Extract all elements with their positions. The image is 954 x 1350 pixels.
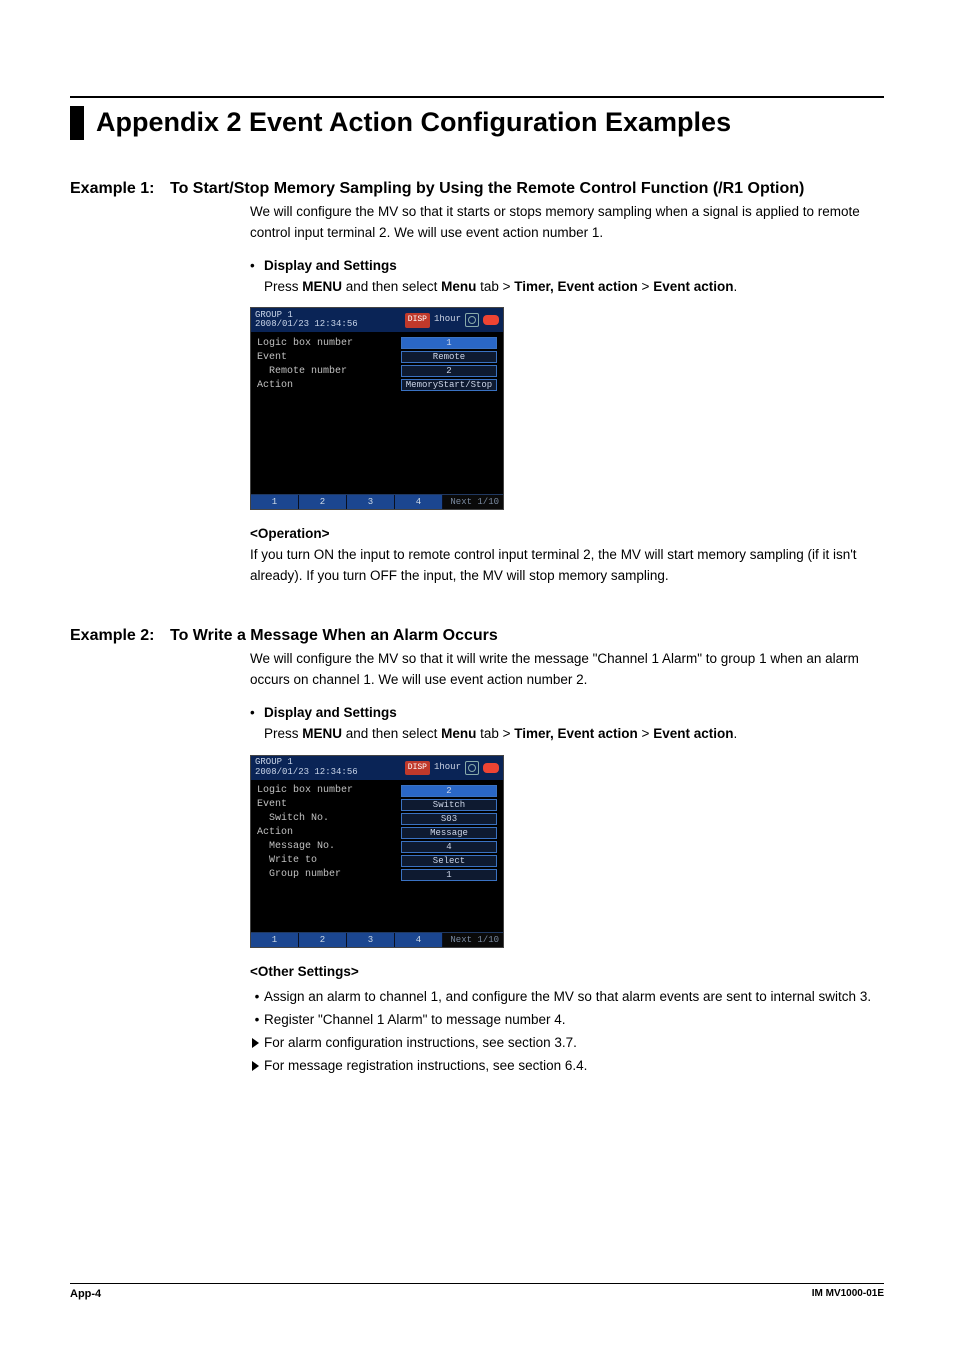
ex2-next-indicator: Next 1/10: [443, 933, 503, 947]
ex2-scr-time: 1hour: [434, 761, 461, 775]
ex2-message-no-value: 4: [401, 841, 497, 853]
ex1-event-value: Remote: [401, 351, 497, 363]
ex1-scr-time: 1hour: [434, 313, 461, 327]
ex2-write-to-value: Select: [401, 855, 497, 867]
ex1-display-settings-heading: Display and Settings: [264, 256, 397, 277]
ex2-other-item-2: Register "Channel 1 Alarm" to message nu…: [264, 1010, 565, 1031]
ex2-display-settings-heading: Display and Settings: [264, 703, 397, 724]
ex1-press-line: Press MENU and then select Menu tab > Ti…: [264, 277, 884, 298]
ex2-other-item-1: Assign an alarm to channel 1, and config…: [264, 987, 871, 1008]
bullet-icon: •: [250, 1010, 264, 1031]
ex1-action-value: MemoryStart/Stop: [401, 379, 497, 391]
ex2-device-screenshot: GROUP 1 2008/01/23 12:34:56 DISP 1hour L…: [250, 755, 504, 948]
page-title: Appendix 2 Event Action Configuration Ex…: [96, 106, 731, 140]
example2-intro: We will configure the MV so that it will…: [250, 649, 884, 691]
heading-rule: [70, 96, 884, 98]
ex1-next-indicator: Next 1/10: [443, 495, 503, 509]
disp-badge-icon: DISP: [405, 313, 430, 327]
ex2-switch-no-value: S03: [401, 813, 497, 825]
example1-intro: We will configure the MV so that it star…: [250, 202, 884, 244]
bullet-icon: •: [250, 703, 264, 724]
ex2-logic-value: 2: [401, 785, 497, 797]
ex2-other-item-3: For alarm configuration instructions, se…: [264, 1033, 577, 1054]
title-bar-icon: [70, 106, 84, 140]
example1-title: To Start/Stop Memory Sampling by Using t…: [170, 180, 884, 198]
ex2-tab-2: 2: [299, 933, 347, 947]
disp-badge-icon: DISP: [405, 761, 430, 775]
ex1-action-label: Action: [257, 378, 401, 394]
ex1-device-screenshot: GROUP 1 2008/01/23 12:34:56 DISP 1hour L…: [250, 307, 504, 510]
ex2-group-number-value: 1: [401, 869, 497, 881]
bullet-icon: •: [250, 256, 264, 277]
ex2-tab-3: 3: [347, 933, 395, 947]
ex2-other-item-4: For message registration instructions, s…: [264, 1056, 587, 1077]
ex1-operation-text: If you turn ON the input to remote contr…: [250, 545, 884, 587]
ex2-press-line: Press MENU and then select Menu tab > Ti…: [264, 724, 884, 745]
ex1-tab-1: 1: [251, 495, 299, 509]
record-icon: [483, 315, 499, 325]
ex1-scr-timestamp: 2008/01/23 12:34:56: [255, 320, 358, 329]
disc-icon: [465, 761, 479, 775]
ex2-event-value: Switch: [401, 799, 497, 811]
bullet-icon: •: [250, 987, 264, 1008]
disc-icon: [465, 313, 479, 327]
ex2-group-number-label: Group number: [257, 867, 401, 883]
ex1-logic-value: 1: [401, 337, 497, 349]
example2-title: To Write a Message When an Alarm Occurs: [170, 627, 884, 645]
ex1-tab-3: 3: [347, 495, 395, 509]
record-icon: [483, 763, 499, 773]
example2-label: Example 2:: [70, 627, 170, 645]
ex2-tab-1: 1: [251, 933, 299, 947]
ex1-operation-heading: <Operation>: [250, 524, 884, 545]
ex2-scr-timestamp: 2008/01/23 12:34:56: [255, 768, 358, 777]
page-number: App-4: [70, 1288, 101, 1300]
triangle-icon: [250, 1033, 264, 1054]
example1-label: Example 1:: [70, 180, 170, 198]
ex2-other-settings-heading: <Other Settings>: [250, 962, 884, 983]
ex1-tab-4: 4: [395, 495, 443, 509]
manual-id: IM MV1000-01E: [812, 1288, 884, 1300]
ex2-tab-4: 4: [395, 933, 443, 947]
ex1-remote-number-value: 2: [401, 365, 497, 377]
ex1-tab-2: 2: [299, 495, 347, 509]
ex2-action-value: Message: [401, 827, 497, 839]
triangle-icon: [250, 1056, 264, 1077]
